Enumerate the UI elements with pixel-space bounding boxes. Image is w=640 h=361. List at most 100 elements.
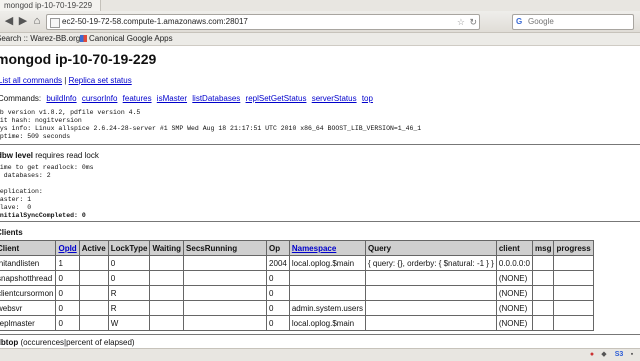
uptime-line: uptime: 509 seconds [0,133,71,140]
cell-msg [531,255,555,271]
cell-secsrunning [183,255,268,271]
command-link-features[interactable]: features [123,94,152,103]
command-link-cursorinfo[interactable]: cursorInfo [82,94,118,103]
column-header-namespace: Namespace [288,240,366,256]
table-header-row: Client OpId Active LockType Waiting Secs… [0,240,594,256]
db-level-line: dbw level requires read lock [0,151,99,160]
column-header-opid: OpId [55,240,80,256]
dbtop-line: dbtop (occurences|percent of elapsed) [0,338,135,347]
cell-locktype: R [107,300,151,316]
replication-line: replication: [0,188,43,195]
cell-locktype: R [107,285,151,301]
version-line: db version v1.8.2, pdfile version 4.5 [0,109,141,116]
search-engine-icon[interactable]: G [516,15,522,29]
cell-locktype: W [107,315,151,331]
clients-heading: Clients [0,228,23,237]
home-icon[interactable]: ⌂ [30,14,44,28]
page-content: mongod ip-10-70-19-229 List all commands… [0,46,640,348]
column-header-client-address: client [495,240,534,256]
cell-namespace: local.oplog.$main [288,315,366,331]
table-row: clientcursormon 0 R 0 (NONE) [0,285,594,301]
column-header-client: Client [0,240,57,256]
cell-opid: 0 [55,270,80,286]
table-row: websvr 0 R 0 admin.system.users (NONE) [0,300,594,316]
opid-sort-link[interactable]: OpId [58,244,76,253]
cell-client-address: (NONE) [495,315,534,331]
search-box[interactable]: G [512,14,634,30]
cell-op: 0 [266,300,290,316]
addon-icon[interactable]: ◆ [600,351,608,359]
cell-client-address: (NONE) [495,285,534,301]
browser-tab[interactable]: mongod ip-10-70-19-229 [0,0,101,11]
command-link-ismaster[interactable]: isMaster [157,94,187,103]
cell-namespace: admin.system.users [288,300,366,316]
table-row: replmaster 0 W 0 local.oplog.$main (NONE… [0,315,594,331]
s3-badge[interactable]: S3 [612,351,626,359]
addon-icon[interactable]: ▪ [628,351,636,359]
cell-secsrunning [183,270,268,286]
cell-secsrunning [183,315,268,331]
replica-set-status-link[interactable]: Replica set status [69,76,132,85]
cell-namespace: local.oplog.$main [288,255,366,271]
dbtop-label: dbtop [0,338,19,347]
master-line: master: 1 [0,196,32,203]
cell-client: clientcursormon [0,285,57,301]
addon-icon[interactable]: ● [588,351,596,359]
cell-progress [553,270,594,286]
address-bar-url[interactable]: ec2-50-19-72-58.compute-1.amazonaws.com:… [62,15,248,29]
reload-icon[interactable]: ↻ [469,15,477,29]
initial-sync-line: initialSyncCompleted: 0 [0,212,86,219]
cell-msg [531,285,555,301]
top-links: List all commands | Replica set status [0,76,132,85]
cell-progress [553,300,594,316]
divider [0,144,640,145]
command-link-serverstatus[interactable]: serverStatus [312,94,357,103]
cell-op: 0 [266,270,290,286]
bookmark-label: Canonical Google Apps [89,34,173,43]
search-input[interactable] [528,16,624,26]
column-header-query: Query [364,240,497,256]
cell-op: 0 [266,315,290,331]
cell-query [364,270,497,286]
command-link-top[interactable]: top [362,94,373,103]
command-link-replsetgetstatus[interactable]: replSetGetStatus [246,94,307,103]
command-link-buildinfo[interactable]: buildInfo [46,94,76,103]
list-all-commands-link[interactable]: List all commands [0,76,62,85]
cell-msg [531,270,555,286]
google-apps-icon [80,35,87,42]
cell-waiting [149,255,185,271]
version-info: db version v1.8.2, pdfile version 4.5 gi… [0,109,421,141]
bookmark-warez-bb[interactable]: Search :: Warez-BB.org [0,33,80,45]
cell-opid: 1 [55,255,80,271]
cell-op: 2004 [266,255,290,271]
page-title: mongod ip-10-70-19-229 [0,51,157,67]
navigation-toolbar: ◀ ▶ ⌂ ec2-50-19-72-58.compute-1.amazonaw… [0,11,640,33]
status-bar: ● ◆ S3 ▪ [0,348,640,361]
cell-waiting [149,315,185,331]
star-icon[interactable]: ☆ [457,15,465,29]
back-arrow-icon[interactable]: ◀ [2,14,16,28]
cell-active [78,270,109,286]
cell-secsrunning [183,300,268,316]
address-bar[interactable]: ec2-50-19-72-58.compute-1.amazonaws.com:… [46,14,480,30]
bookmark-label: Search :: Warez-BB.org [0,34,81,43]
cell-active [78,285,109,301]
column-header-op: Op [266,240,290,256]
command-link-listdatabases[interactable]: listDatabases [192,94,240,103]
cell-secsrunning [183,285,268,301]
blank-line [0,180,94,188]
browser-tab-strip: mongod ip-10-70-19-229 [0,0,640,11]
forward-arrow-icon[interactable]: ▶ [16,14,30,28]
bookmark-canonical-google-apps[interactable]: Canonical Google Apps [80,33,173,45]
cell-query: { query: {}, orderby: { $natural: -1 } } [364,255,497,271]
cell-query [364,315,497,331]
column-header-waiting: Waiting [149,240,185,256]
cell-opid: 0 [55,300,80,316]
cell-client: snapshotthread [0,270,57,286]
dbtop-note: (occurences|percent of elapsed) [18,338,135,347]
cell-opid: 0 [55,285,80,301]
database-count-line: # databases: 2 [0,172,51,179]
namespace-sort-link[interactable]: Namespace [292,244,336,253]
readlock-info: time to get readlock: 0ms # databases: 2… [0,164,94,220]
column-header-locktype: LockType [107,240,151,256]
